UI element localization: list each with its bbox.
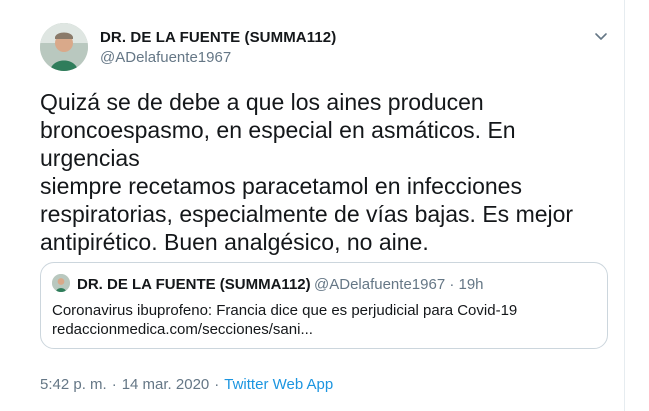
tweet-time[interactable]: 5:42 p. m. (40, 376, 107, 393)
tweet-text-line: respiratorias, especialmente de vías baj… (40, 201, 574, 227)
tweet-text-line: antipirético. Buen analgésico, no aine. (40, 229, 429, 255)
quoted-tweet-link: redaccionmedica.com/secciones/sani... (52, 321, 313, 338)
tweet-date[interactable]: 14 mar. 2020 (122, 376, 210, 393)
tweet-text: Quizá se de debe a que los aines produce… (40, 88, 610, 256)
quoted-tweet-text: Coronavirus ibuprofeno: Francia dice que… (52, 302, 518, 319)
tweet-source-link[interactable]: Twitter Web App (224, 376, 333, 393)
avatar[interactable] (40, 23, 88, 71)
tweet: DR. DE LA FUENTE (SUMMA112) @ADelafuente… (0, 0, 625, 411)
quoted-tweet-card[interactable]: DR. DE LA FUENTE (SUMMA112) @ADelafuente… (40, 262, 608, 349)
quoted-author-handle-time: @ADelafuente1967 · 19h (314, 276, 484, 293)
quoted-author-name: DR. DE LA FUENTE (SUMMA112) (77, 276, 311, 293)
tweet-text-line: broncoespasmo, en especial en asmáticos.… (40, 117, 516, 171)
meta-separator: · (214, 376, 220, 393)
avatar-image (40, 23, 88, 71)
tweet-text-line: siempre recetamos paracetamol en infecci… (40, 173, 522, 199)
quoted-avatar (52, 274, 70, 292)
tweet-text-line: Quizá se de debe a que los aines produce… (40, 89, 484, 115)
tweet-meta: 5:42 p. m. · 14 mar. 2020 · Twitter Web App (40, 376, 333, 393)
author-name[interactable]: DR. DE LA FUENTE (SUMMA112) (100, 29, 336, 46)
meta-separator: · (111, 376, 117, 393)
author-handle[interactable]: @ADelafuente1967 (100, 49, 231, 66)
chevron-down-icon[interactable] (592, 27, 610, 45)
quoted-avatar-image (52, 274, 70, 292)
